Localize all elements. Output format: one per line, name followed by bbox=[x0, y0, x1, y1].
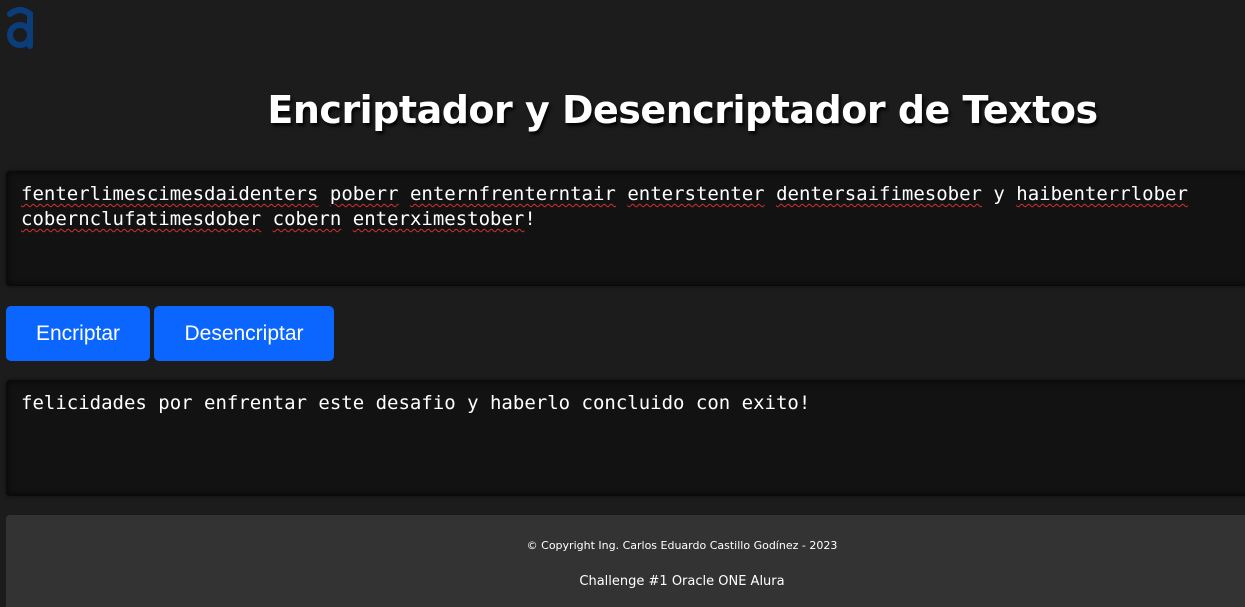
output-textarea[interactable]: felicidades por enfrentar este desafio y… bbox=[6, 380, 1245, 496]
input-textarea[interactable]: fenterlimescimesdaidenters poberr entern… bbox=[6, 171, 1245, 286]
alura-logo-graphic bbox=[7, 7, 33, 49]
footer: © Copyright Ing. Carlos Eduardo Castillo… bbox=[6, 515, 1245, 607]
input-word: cobern bbox=[272, 208, 342, 230]
footer-challenge: Challenge #1 Oracle ONE Alura bbox=[579, 574, 785, 589]
decrypt-button[interactable]: Desencriptar bbox=[154, 306, 334, 361]
input-word: poberr bbox=[329, 183, 399, 205]
input-word: fenterlimescimesdaidenters bbox=[21, 183, 319, 205]
input-word: enterstenter bbox=[627, 183, 765, 205]
page-title: Encriptador y Desencriptador de Textos bbox=[267, 88, 1098, 132]
alura-logo-icon[interactable] bbox=[4, 4, 36, 50]
input-word: dentersaifimesober bbox=[776, 183, 982, 205]
input-word: enterximestober bbox=[352, 208, 525, 230]
input-word: enternfrenterntair bbox=[409, 183, 616, 205]
footer-copyright: © Copyright Ing. Carlos Eduardo Castillo… bbox=[526, 539, 838, 552]
page: Encriptador y Desencriptador de Textos f… bbox=[0, 0, 1245, 607]
input-word: cobernclufatimesdober bbox=[21, 208, 262, 230]
input-word: haibenterrlober bbox=[1016, 183, 1188, 205]
encrypt-button[interactable]: Encriptar bbox=[6, 306, 150, 361]
